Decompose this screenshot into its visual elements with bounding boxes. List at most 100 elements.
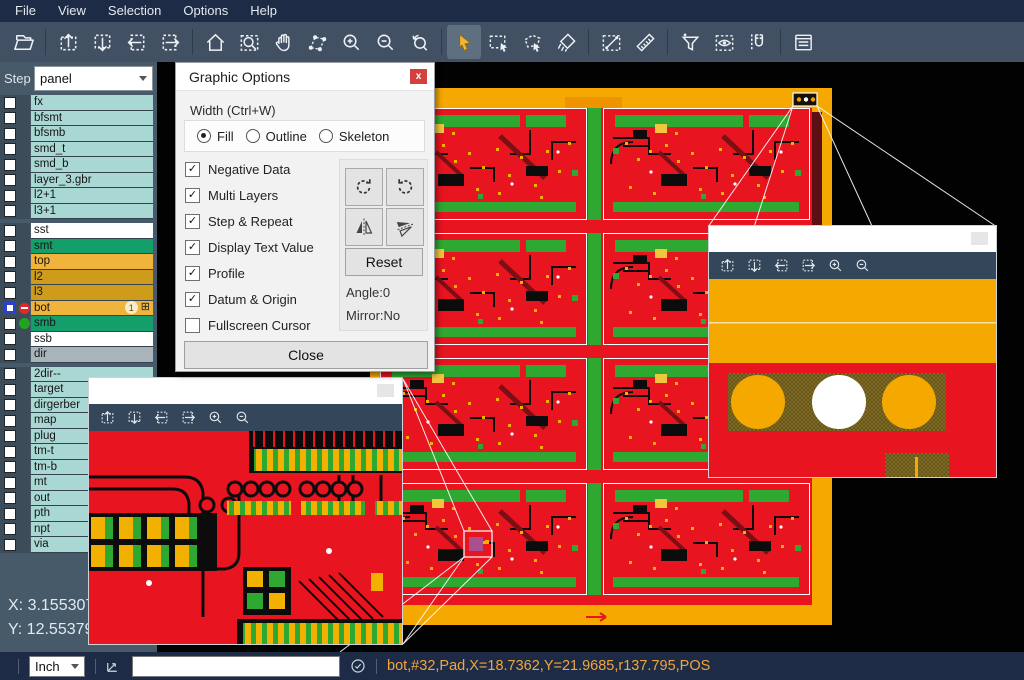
rotate-ccw-button[interactable] [386, 168, 424, 206]
checkbox[interactable]: ✓ [185, 240, 200, 255]
pan-down-button[interactable] [126, 409, 143, 426]
radio-skeleton[interactable]: Skeleton [319, 129, 390, 144]
layer-checkbox-l3+1[interactable] [4, 205, 16, 217]
pan-hand-button[interactable] [266, 25, 300, 59]
menu-options[interactable]: Options [172, 0, 239, 22]
layer-checkbox-map[interactable] [4, 415, 16, 427]
checkbox[interactable] [185, 318, 200, 333]
layer-name-bfsmt[interactable]: bfsmt [31, 111, 153, 127]
layer-name-smd_b[interactable]: smd_b [31, 157, 153, 173]
view-up-button[interactable] [51, 25, 85, 59]
layers-panel-button[interactable] [786, 25, 820, 59]
snap-magnet-button[interactable] [741, 25, 775, 59]
checkbox[interactable]: ✓ [185, 292, 200, 307]
view-left-button[interactable] [119, 25, 153, 59]
layer-name-fx[interactable]: fx [31, 95, 153, 111]
layer-checkbox-smt[interactable] [4, 240, 16, 252]
menu-help[interactable]: Help [239, 0, 288, 22]
layer-checkbox-sst[interactable] [4, 225, 16, 237]
checkbox[interactable]: ✓ [185, 162, 200, 177]
menu-view[interactable]: View [47, 0, 97, 22]
checkbox-row-negative-data[interactable]: ✓Negative Data [185, 156, 335, 182]
layer-checkbox-smd_t[interactable] [4, 143, 16, 155]
dialog-titlebar[interactable]: Graphic Options [176, 63, 434, 91]
layer-checkbox-tm-b[interactable] [4, 461, 16, 473]
pan-up-button[interactable] [719, 257, 736, 274]
zoom-window-button[interactable] [232, 25, 266, 59]
step-repeat-grid-icon[interactable]: ⊞ [141, 302, 150, 313]
open-file-button[interactable] [6, 25, 40, 59]
reset-button[interactable]: Reset [345, 248, 423, 276]
layer-name-layer_3.gbr[interactable]: layer_3.gbr [31, 173, 153, 189]
zoom-in-button[interactable] [334, 25, 368, 59]
layer-checkbox-l2+1[interactable] [4, 190, 16, 202]
zoom-in-button[interactable] [207, 409, 224, 426]
select-window-button[interactable] [481, 25, 515, 59]
radio-circle[interactable] [319, 129, 333, 143]
radio-circle[interactable] [246, 129, 260, 143]
zoom-object-button[interactable] [300, 25, 334, 59]
pan-left-button[interactable] [773, 257, 790, 274]
mirror-vertical-button[interactable] [345, 208, 383, 246]
measure-line-button[interactable] [594, 25, 628, 59]
layer-checkbox-bot[interactable] [4, 302, 16, 314]
layer-checkbox-dirgerber[interactable] [4, 399, 16, 411]
layer-name-l3[interactable]: l3 [31, 285, 153, 301]
checkbox-row-fullscreen-cursor[interactable]: Fullscreen Cursor [185, 312, 335, 338]
layer-checkbox-l3[interactable] [4, 287, 16, 299]
checkbox-row-multi-layers[interactable]: ✓Multi Layers [185, 182, 335, 208]
filter-button[interactable] [673, 25, 707, 59]
layer-checkbox-layer_3.gbr[interactable] [4, 174, 16, 186]
close-button[interactable]: Close [184, 341, 428, 369]
menu-selection[interactable]: Selection [97, 0, 172, 22]
checkbox[interactable]: ✓ [185, 266, 200, 281]
magnifier-left-content[interactable] [89, 431, 402, 644]
layer-checkbox-smb[interactable] [4, 318, 16, 330]
pan-left-button[interactable] [153, 409, 170, 426]
pan-down-button[interactable] [746, 257, 763, 274]
layer-checkbox-dir[interactable] [4, 349, 16, 361]
select-polygon-button[interactable] [515, 25, 549, 59]
layer-name-bot[interactable]: bot1⊞ [31, 301, 153, 317]
magnifier-left-window-button[interactable] [377, 384, 394, 397]
radio-circle[interactable] [197, 129, 211, 143]
home-view-button[interactable] [198, 25, 232, 59]
layer-checkbox-l2[interactable] [4, 271, 16, 283]
layer-checkbox-ssb[interactable] [4, 333, 16, 345]
view-options-button[interactable] [707, 25, 741, 59]
step-select[interactable]: panel [34, 66, 153, 91]
layer-checkbox-target[interactable] [4, 384, 16, 396]
layer-name-l2[interactable]: l2 [31, 270, 153, 286]
layer-checkbox-bfsmt[interactable] [4, 112, 16, 124]
view-right-button[interactable] [153, 25, 187, 59]
layer-name-bfsmb[interactable]: bfsmb [31, 126, 153, 142]
pan-right-button[interactable] [180, 409, 197, 426]
radio-outline[interactable]: Outline [246, 129, 307, 144]
clean-brush-button[interactable] [549, 25, 583, 59]
layer-name-smb[interactable]: smb [31, 316, 153, 332]
pan-right-button[interactable] [800, 257, 817, 274]
unit-select[interactable]: Inch [29, 656, 85, 677]
menu-file[interactable]: File [4, 0, 47, 22]
layer-checkbox-mt[interactable] [4, 477, 16, 489]
layer-checkbox-fx[interactable] [4, 97, 16, 109]
command-input[interactable] [132, 656, 340, 677]
zoom-out-button[interactable] [234, 409, 251, 426]
zoom-out-button[interactable] [368, 25, 402, 59]
radio-fill[interactable]: Fill [197, 129, 234, 144]
checkbox-row-datum-origin[interactable]: ✓Datum & Origin [185, 286, 335, 312]
checkbox-row-step-repeat[interactable]: ✓Step & Repeat [185, 208, 335, 234]
magnifier-left-titlebar[interactable] [89, 378, 402, 404]
zoom-in-button[interactable] [827, 257, 844, 274]
pan-up-button[interactable] [99, 409, 116, 426]
magnifier-right-content[interactable] [709, 279, 996, 477]
layer-checkbox-npt[interactable] [4, 523, 16, 535]
checkbox[interactable]: ✓ [185, 214, 200, 229]
magnifier-right-titlebar[interactable] [709, 226, 996, 252]
layer-name-smt[interactable]: smt [31, 239, 153, 255]
layer-name-l3+1[interactable]: l3+1 [31, 204, 153, 220]
layer-name-top[interactable]: top [31, 254, 153, 270]
layer-checkbox-via[interactable] [4, 539, 16, 551]
layer-name-dir[interactable]: dir [31, 347, 153, 363]
select-cursor-button[interactable] [447, 25, 481, 59]
